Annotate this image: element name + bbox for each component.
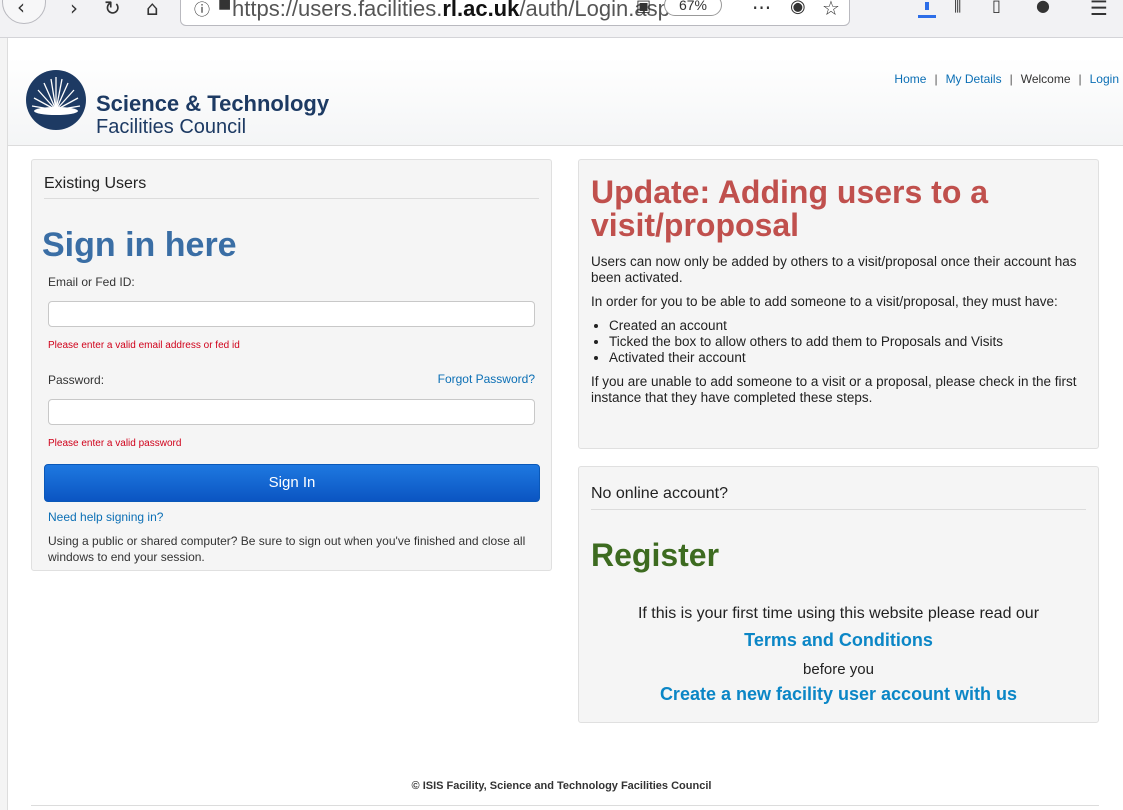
logo-title: Science & Technology <box>96 91 330 116</box>
library-icon[interactable]: ⫼ <box>954 0 961 16</box>
footer-divider <box>31 805 1099 806</box>
update-paragraph: Users can now only be added by others to… <box>591 254 1077 285</box>
browser-toolbar: ‹ › ↻ ⌂ ⓘ ■ https://users.facilities.rl.… <box>0 0 1123 38</box>
update-paragraph: In order for you to be able to add someo… <box>591 294 1058 309</box>
email-label: Email or Fed ID: <box>48 275 135 289</box>
section-divider <box>591 509 1086 510</box>
sidebar-icon[interactable]: ▯ <box>992 0 1001 15</box>
top-nav: Home | My Details | Welcome | Login <box>894 72 1119 86</box>
nav-login-link[interactable]: Login <box>1090 72 1119 86</box>
before-you-text: before you <box>803 661 874 678</box>
url-text[interactable]: https://users.facilities.rl.ac.uk/auth/L… <box>232 0 670 22</box>
download-icon[interactable] <box>918 2 936 18</box>
bookmark-star-icon[interactable]: ☆ <box>822 0 840 20</box>
footer-copyright: © ISIS Facility, Science and Technology … <box>411 780 712 792</box>
back-icon: ‹ <box>17 0 25 19</box>
list-item: Created an account <box>609 318 1091 334</box>
requirements-list: Created an account Ticked the box to all… <box>609 318 1091 366</box>
nav-my-details-link[interactable]: My Details <box>946 72 1002 86</box>
section-divider <box>44 198 539 199</box>
site-header: Science & Technology Facilities Council … <box>8 58 1123 146</box>
existing-users-label: Existing Users <box>44 175 147 192</box>
help-signing-in-link[interactable]: Need help signing in? <box>48 510 163 524</box>
register-panel: No online account? Register If this is y… <box>578 466 1099 723</box>
list-item: Ticked the box to allow others to add th… <box>609 334 1091 350</box>
menu-icon[interactable]: ☰ <box>1090 0 1108 20</box>
list-item: Activated their account <box>609 350 1091 366</box>
home-icon[interactable]: ⌂ <box>146 0 159 20</box>
info-icon[interactable]: ⓘ <box>194 0 210 20</box>
sunburst-logo-icon <box>31 77 81 115</box>
update-panel: Update: Adding users to a visit/proposal… <box>578 159 1099 449</box>
password-label: Password: <box>48 373 105 387</box>
more-icon[interactable]: ··· <box>752 0 771 20</box>
forward-icon[interactable]: › <box>70 0 78 20</box>
password-field[interactable] <box>48 399 535 425</box>
no-account-label: No online account? <box>591 485 728 502</box>
reader-icon[interactable]: ▣ <box>636 0 651 15</box>
create-account-link[interactable]: Create a new facility user account with … <box>660 684 1017 704</box>
account-icon[interactable]: ● <box>1036 0 1050 15</box>
lock-icon: ■ <box>218 0 232 12</box>
zoom-indicator[interactable]: 67% <box>664 0 722 16</box>
back-button[interactable]: ‹ <box>2 0 46 24</box>
first-time-text: If this is your first time using this we… <box>637 605 1040 622</box>
pocket-icon[interactable]: ◉ <box>790 0 806 17</box>
window-edge <box>0 38 8 810</box>
update-paragraph: If you are unable to add someone to a vi… <box>591 374 1077 405</box>
nav-separator: | <box>1078 72 1082 86</box>
update-body: Users can now only be added by others to… <box>591 254 1091 414</box>
nav-separator: | <box>1009 72 1013 86</box>
nav-separator: | <box>934 72 938 86</box>
reload-icon[interactable]: ↻ <box>104 0 121 20</box>
logo-subtitle: Facilities Council <box>96 116 247 138</box>
update-heading: Update: Adding users to a visit/proposal <box>591 174 989 243</box>
forgot-password-link[interactable]: Forgot Password? <box>438 372 535 386</box>
email-error: Please enter a valid email address or fe… <box>48 340 240 351</box>
shared-computer-note: Using a public or shared computer? Be su… <box>48 534 526 564</box>
nav-welcome-text: Welcome <box>1020 72 1071 86</box>
password-error: Please enter a valid password <box>48 438 182 449</box>
email-field[interactable] <box>48 301 535 327</box>
signin-panel: Existing Users Sign in here Email or Fed… <box>31 159 552 571</box>
sign-in-button[interactable]: Sign In <box>44 464 540 502</box>
nav-home-link[interactable]: Home <box>894 72 926 86</box>
stfc-logo[interactable] <box>26 70 86 130</box>
terms-link[interactable]: Terms and Conditions <box>744 630 933 650</box>
register-heading: Register <box>591 537 720 573</box>
signin-heading: Sign in here <box>42 226 237 264</box>
